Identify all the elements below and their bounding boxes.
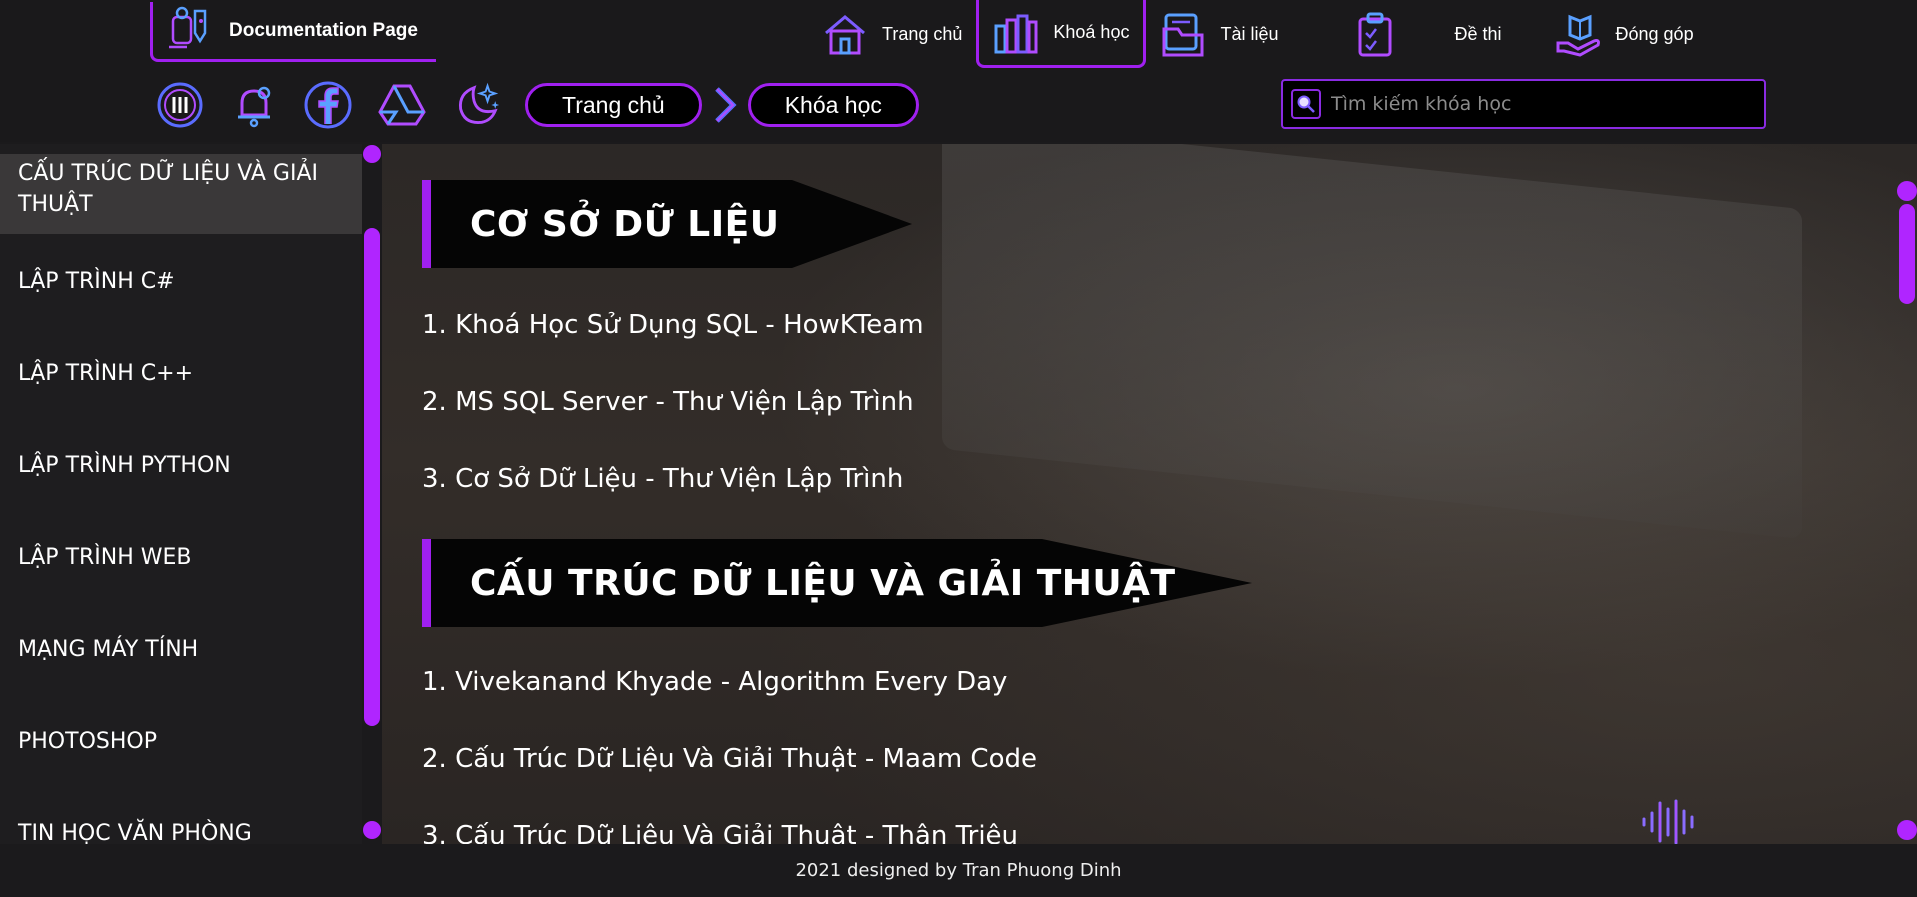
course-link[interactable]: 1. Khoá Học Sử Dụng SQL - HowKTeam bbox=[422, 310, 924, 340]
course-content: CƠ SỞ DỮ LIỆU 1. Khoá Học Sử Dụng SQL - … bbox=[382, 144, 1917, 844]
brand-title: Documentation Page bbox=[229, 19, 418, 41]
nav-documents-label: Tài liệu bbox=[1220, 23, 1279, 44]
section-banner: CƠ SỞ DỮ LIỆU bbox=[422, 180, 912, 268]
donate-book-icon bbox=[1556, 11, 1602, 57]
night-mode-icon[interactable] bbox=[451, 80, 501, 130]
sidebar-item-python[interactable]: LẬP TRÌNH PYTHON bbox=[0, 450, 362, 482]
footer: 2021 designed by Tran Phuong Dinh bbox=[0, 844, 1917, 897]
background-photo bbox=[942, 144, 1802, 540]
documents-icon bbox=[1160, 11, 1206, 57]
course-link[interactable]: 2. Cấu Trúc Dữ Liệu Và Giải Thuật - Maam… bbox=[422, 744, 1037, 774]
main-nav: Trang chủ Khoá học Tài liệu Đề thi Đóng … bbox=[808, 0, 1708, 68]
sidebar-item-data-structures[interactable]: CẤU TRÚC DỮ LIỆU VÀ GIẢI THUẬT bbox=[0, 154, 362, 234]
course-link[interactable]: 3. Cấu Trúc Dữ Liệu Và Giải Thuật - Thân… bbox=[422, 821, 1018, 844]
sidebar-item-csharp[interactable]: LẬP TRÌNH C# bbox=[0, 266, 362, 298]
sidebar-scrollbar[interactable] bbox=[362, 144, 382, 844]
brand[interactable]: Documentation Page bbox=[150, 2, 436, 62]
menu-icon[interactable] bbox=[155, 80, 205, 130]
course-link[interactable]: 3. Cơ Sở Dữ Liệu - Thư Viện Lập Trình bbox=[422, 464, 903, 494]
facebook-icon[interactable] bbox=[303, 80, 353, 130]
search-bar bbox=[1281, 79, 1766, 129]
home-icon bbox=[822, 11, 868, 57]
breadcrumb-home[interactable]: Trang chủ bbox=[525, 83, 702, 127]
developer-logo-icon bbox=[165, 3, 215, 58]
nav-home[interactable]: Trang chủ bbox=[808, 0, 976, 68]
clipboard-icon bbox=[1352, 11, 1398, 57]
course-link[interactable]: 1. Vivekanand Khyade - Algorithm Every D… bbox=[422, 667, 1007, 697]
sidebar-item-office[interactable]: TIN HỌC VĂN PHÒNG bbox=[0, 818, 362, 844]
section-title: CẤU TRÚC DỮ LIỆU VÀ GIẢI THUẬT bbox=[470, 562, 1176, 604]
section-title: CƠ SỞ DỮ LIỆU bbox=[470, 203, 780, 245]
header: Documentation Page Trang chủ Khoá học Tà… bbox=[0, 0, 1917, 142]
chevron-right-icon bbox=[712, 85, 738, 125]
nav-contribute-label: Đóng góp bbox=[1615, 23, 1694, 44]
sidebar-item-network[interactable]: MẠNG MÁY TÍNH bbox=[0, 634, 362, 666]
toolbar: Trang chủ Khóa học bbox=[155, 80, 919, 130]
notification-bell-icon[interactable] bbox=[229, 80, 279, 130]
course-link[interactable]: 2. MS SQL Server - Thư Viện Lập Trình bbox=[422, 387, 914, 417]
content-scrollbar[interactable] bbox=[1896, 180, 1917, 840]
nav-courses-label: Khoá học bbox=[1053, 22, 1130, 42]
footer-credit: 2021 designed by Tran Phuong Dinh bbox=[795, 860, 1122, 881]
nav-exams[interactable]: Đề thi bbox=[1338, 0, 1541, 68]
nav-contribute[interactable]: Đóng góp bbox=[1542, 0, 1708, 68]
sidebar-item-photoshop[interactable]: PHOTOSHOP bbox=[0, 726, 362, 758]
sidebar-item-cpp[interactable]: LẬP TRÌNH C++ bbox=[0, 358, 362, 390]
nav-exams-label: Đề thi bbox=[1454, 23, 1502, 44]
breadcrumb-courses[interactable]: Khóa học bbox=[747, 83, 919, 127]
google-drive-icon[interactable] bbox=[377, 80, 427, 130]
sidebar-item-web[interactable]: LẬP TRÌNH WEB bbox=[0, 542, 362, 574]
nav-home-label: Trang chủ bbox=[882, 23, 963, 44]
nav-documents[interactable]: Tài liệu bbox=[1146, 0, 1338, 68]
section-banner: CẤU TRÚC DỮ LIỆU VÀ GIẢI THUẬT bbox=[422, 539, 1252, 627]
nav-courses[interactable]: Khoá học bbox=[976, 0, 1147, 68]
search-input[interactable] bbox=[1329, 92, 1753, 116]
search-icon[interactable] bbox=[1291, 89, 1321, 119]
sidebar: CẤU TRÚC DỮ LIỆU VÀ GIẢI THUẬT LẬP TRÌNH… bbox=[0, 144, 362, 844]
books-icon bbox=[993, 10, 1039, 56]
